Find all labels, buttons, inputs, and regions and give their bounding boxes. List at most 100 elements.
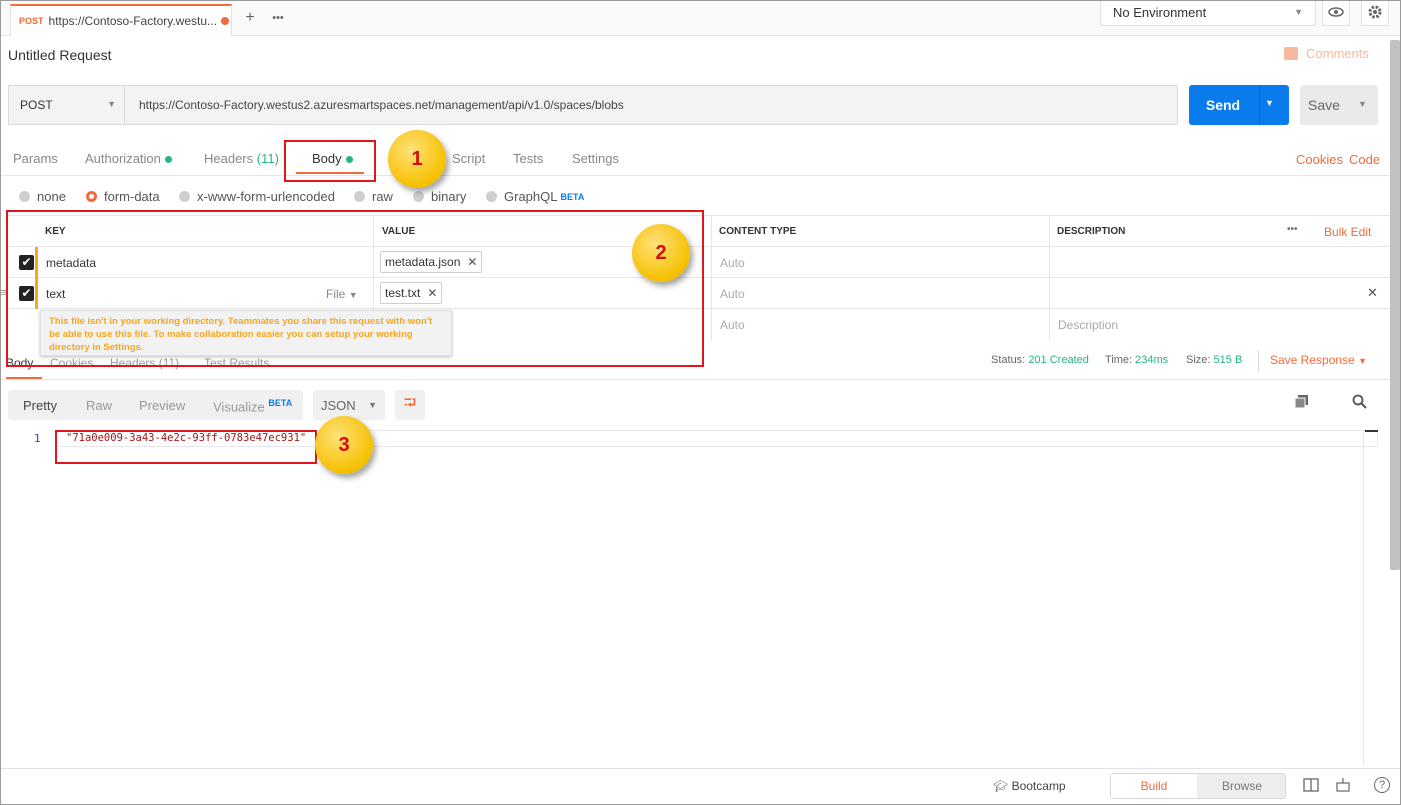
status-label: Status: [991, 354, 1026, 366]
comments-button[interactable]: Comments [1284, 46, 1369, 61]
comment-icon [1284, 47, 1298, 60]
environment-select-value: No Environment [1113, 5, 1207, 20]
response-body-editor[interactable]: 1 "71a0e009-3a43-4e2c-93ff-0783e47ec931" [8, 428, 1378, 768]
bootcamp-button[interactable]: 🎓︎ Bootcamp [993, 779, 1066, 793]
table-options-button[interactable]: ••• [1287, 224, 1298, 235]
radio-binary[interactable]: binary [413, 189, 466, 204]
radio-graphql[interactable]: GraphQL BETA [486, 189, 584, 204]
annotation-box-1 [284, 140, 376, 182]
editor-scrollbar[interactable] [1363, 430, 1378, 765]
description-input[interactable]: Description [1058, 318, 1118, 332]
chevron-down-icon: ▼ [1358, 356, 1367, 366]
tab-authorization[interactable]: Authorization [85, 151, 172, 166]
status-value: 201 Created [1028, 354, 1089, 366]
row-content-type[interactable]: Auto [720, 287, 745, 301]
request-tab-url: https://Contoso-Factory.westu... [48, 14, 218, 28]
url-input[interactable]: https://Contoso-Factory.westus2.azuresma… [139, 98, 624, 112]
line-number: 1 [34, 432, 41, 445]
new-tab-button[interactable]: + [236, 8, 264, 30]
radio-raw[interactable]: raw [354, 189, 393, 204]
radio-form-data[interactable]: form-data [86, 189, 160, 204]
bootcamp-label: Bootcamp [1011, 779, 1066, 793]
view-mode-pretty[interactable]: Pretty [23, 398, 57, 413]
url-bar: POST ▼ https://Contoso-Factory.westus2.a… [8, 85, 1178, 125]
divider [1258, 350, 1259, 372]
help-icon[interactable]: ? [1374, 777, 1390, 793]
search-icon[interactable] [1352, 394, 1368, 410]
radio-x-www-form-urlencoded[interactable]: x-www-form-urlencoded [179, 189, 335, 204]
environment-quick-look-button[interactable] [1322, 0, 1350, 26]
settings-button[interactable] [1361, 0, 1389, 26]
build-button[interactable]: Build [1111, 774, 1197, 798]
bulk-edit-link[interactable]: Bulk Edit [1324, 225, 1371, 239]
tab-headers[interactable]: Headers (11) [204, 151, 279, 166]
tab-authorization-label: Authorization [85, 151, 161, 166]
tab-strip: POST https://Contoso-Factory.westu... + … [0, 0, 1401, 36]
response-size: Size: 515 B [1186, 354, 1242, 366]
send-button-label: Send [1205, 97, 1241, 113]
comments-label: Comments [1306, 46, 1369, 61]
tab-pre-request-script[interactable]: Script [452, 151, 485, 166]
delete-row-icon[interactable]: ✕ [1367, 285, 1378, 301]
code-link[interactable]: Code [1349, 152, 1380, 167]
eye-icon [1328, 6, 1344, 20]
chevron-down-icon[interactable]: ▼ [1265, 98, 1274, 108]
editor-scrollbar-cap [1365, 430, 1378, 432]
tab-headers-count: (11) [256, 151, 279, 166]
beta-badge: BETA [560, 191, 585, 202]
view-mode-preview[interactable]: Preview [139, 398, 185, 413]
radio-circle-selected [86, 191, 97, 202]
column-header-description: DESCRIPTION [1057, 226, 1126, 237]
request-tab[interactable]: POST https://Contoso-Factory.westu... [10, 4, 232, 36]
tab-options-button[interactable]: ••• [264, 8, 292, 30]
radio-label: raw [372, 189, 393, 204]
view-mode-raw[interactable]: Raw [86, 398, 112, 413]
response-viewer-toolbar: Pretty Raw Preview Visualize BETA JSON ▼… [8, 390, 1388, 422]
tab-headers-label: Headers [204, 151, 254, 166]
tab-tests[interactable]: Tests [513, 151, 543, 166]
wrap-lines-button[interactable]: ⮒ [395, 390, 425, 420]
keyboard-shortcuts-icon[interactable] [1335, 777, 1351, 793]
save-button[interactable]: Save ▼ [1300, 85, 1378, 125]
radio-circle [19, 191, 30, 202]
chevron-down-icon: ▼ [368, 400, 377, 410]
radio-circle [354, 191, 365, 202]
annotation-badge-1: 1 [388, 130, 446, 188]
mode-toggle: Build Browse [1110, 773, 1286, 799]
request-title[interactable]: Untitled Request [8, 47, 112, 63]
send-divider [1259, 85, 1260, 125]
row-content-type[interactable]: Auto [720, 256, 745, 270]
annotation-badge-2: 2 [632, 224, 690, 282]
time-value: 234ms [1135, 354, 1169, 366]
radio-label: GraphQL [504, 189, 558, 204]
wrap-icon: ⮒ [403, 395, 417, 412]
tab-settings[interactable]: Settings [572, 151, 619, 166]
send-button[interactable]: Send ▼ [1189, 85, 1289, 125]
column-divider [1049, 216, 1050, 341]
environment-select[interactable]: No Environment ▼ [1100, 0, 1316, 26]
request-tabs: Params Authorization Headers (11) Body S… [0, 140, 1390, 176]
tab-params[interactable]: Params [13, 151, 58, 166]
browse-button[interactable]: Browse [1199, 774, 1285, 798]
copy-icon[interactable] [1294, 395, 1308, 409]
chevron-down-icon[interactable]: ▼ [1358, 99, 1367, 109]
active-tab-indicator [6, 377, 42, 379]
window-scrollbar[interactable] [1390, 40, 1400, 570]
row-content-type[interactable]: Auto [720, 318, 745, 332]
radio-label: none [37, 189, 66, 204]
method-select[interactable]: POST ▼ [9, 86, 125, 124]
size-value: 515 B [1213, 354, 1243, 366]
radio-none[interactable]: none [19, 189, 66, 204]
size-label: Size: [1186, 354, 1211, 366]
status-bar: 🎓︎ Bootcamp Build Browse ? [0, 768, 1401, 804]
chevron-down-icon: ▼ [1294, 7, 1303, 17]
cookies-link[interactable]: Cookies [1296, 152, 1343, 167]
two-pane-view-icon[interactable] [1303, 777, 1319, 793]
radio-label: x-www-form-urlencoded [197, 189, 335, 204]
active-dot-icon [164, 156, 172, 164]
radio-circle [179, 191, 190, 202]
view-mode-visualize[interactable]: Visualize BETA [213, 398, 292, 414]
format-select-value: JSON [321, 398, 356, 413]
column-divider [711, 216, 712, 341]
save-response-button[interactable]: Save Response ▼ [1270, 353, 1367, 367]
